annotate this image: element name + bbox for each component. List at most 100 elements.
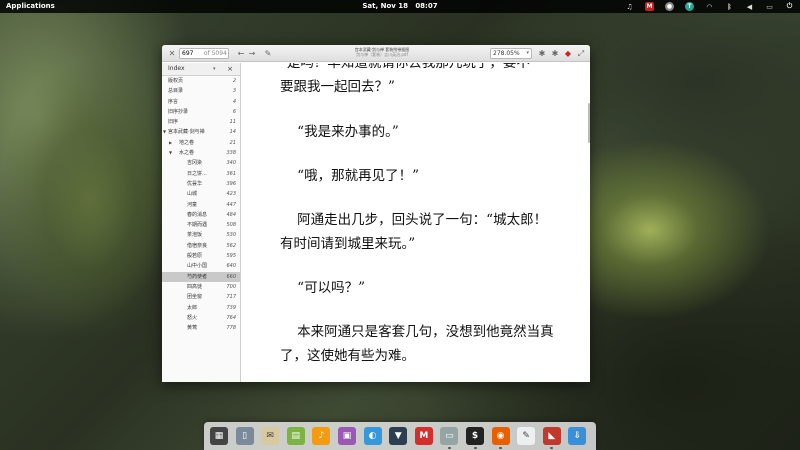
zoom-value: 278.05% — [493, 50, 520, 57]
switchboard-icon[interactable]: ◐ — [363, 427, 382, 445]
toc-item[interactable]: 黄莺 778 — [162, 323, 240, 333]
toc-item[interactable]: 总目录 3 — [162, 86, 240, 96]
text-line: 有时间请到城里来玩。” — [280, 236, 416, 252]
toc-item-page: 717 — [226, 294, 236, 301]
toc-item-page: 530 — [226, 232, 236, 239]
chevron-down-icon[interactable]: ▾ — [526, 49, 529, 58]
forward-icon[interactable]: → — [247, 49, 257, 58]
toc-item[interactable]: 芍药使者 660 — [162, 271, 240, 282]
gear-icon[interactable]: ✱ — [537, 49, 547, 58]
toc-item[interactable]: ▼ 水之卷 338 — [162, 148, 240, 158]
toc-item[interactable]: 团坐窗 717 — [162, 292, 240, 302]
toc-item[interactable]: 山中小国 640 — [162, 261, 240, 271]
sidebar-header[interactable]: Index ▾ × — [162, 63, 240, 76]
toc-item-page: 778 — [226, 325, 236, 332]
annotate-icon[interactable]: ✎ — [263, 49, 273, 58]
expanded-arrow-icon[interactable]: ▼ — [163, 127, 166, 137]
maximize-icon[interactable]: ⤢ — [576, 49, 586, 58]
sound-icon[interactable]: ◀ — [745, 2, 754, 11]
toc-item[interactable]: 优昙华 396 — [162, 179, 240, 189]
toc-item[interactable]: 山城 423 — [162, 189, 240, 199]
toc-item[interactable]: 旧序抄录 6 — [162, 107, 240, 117]
applications-menu[interactable]: Applications — [6, 2, 55, 10]
mail-icon[interactable]: ✉ — [261, 427, 280, 445]
mail-icon[interactable]: M — [645, 2, 654, 11]
scrollbar[interactable] — [587, 63, 590, 382]
running-indicator — [473, 447, 477, 449]
toc-item[interactable]: 旧序 11 — [162, 117, 240, 127]
toc-item-label: 怒火 — [187, 314, 198, 321]
teal-app-icon[interactable]: T — [685, 2, 694, 11]
toc-list: 版权页 2 总目录 3 序言 4 旧序抄录 6 旧序 11 ▼ 宫本武藏·剑与禅 14 ▶ 地之卷 21 ▼ 水之… — [162, 76, 240, 333]
toc-item[interactable]: 般若原 595 — [162, 251, 240, 261]
toc-item[interactable]: ▼ 宫本武藏·剑与禅 14 — [162, 127, 240, 137]
pdf-reader-icon[interactable]: ◣ — [542, 427, 561, 445]
text-line: “是吗？早知道就请你去我那儿玩了，要不 — [280, 63, 530, 71]
terminal-icon[interactable]: $ — [466, 427, 484, 445]
collapsed-arrow-icon[interactable]: ▶ — [169, 138, 172, 148]
bluetooth-icon[interactable]: ᛒ — [725, 2, 734, 11]
gray-app-icon[interactable]: ● — [665, 2, 674, 11]
running-indicator — [499, 447, 503, 449]
bell-icon[interactable]: ♫ — [625, 2, 634, 11]
toc-item-label: 黄莺 — [187, 325, 198, 332]
time-label[interactable]: 08:07 — [415, 2, 437, 10]
toc-item[interactable]: 河童 447 — [162, 200, 240, 210]
toc-item[interactable]: ▶ 地之卷 21 — [162, 138, 240, 148]
page-input[interactable] — [182, 50, 202, 57]
power-icon[interactable]: ⏻ — [785, 2, 794, 11]
toc-item-label: 山中小国 — [187, 263, 208, 270]
document-page[interactable]: “是吗？早知道就请你去我那儿玩了，要不 要跟我一起回去？” “我是来办事的。” “… — [242, 63, 590, 382]
toc-item-page: 562 — [226, 242, 236, 249]
mega-icon[interactable]: M — [414, 427, 433, 445]
toc-item[interactable]: 四高徒 700 — [162, 282, 240, 292]
date-label[interactable]: Sat, Nov 18 — [362, 2, 408, 10]
zoom-field[interactable]: 278.05% ▾ — [490, 48, 532, 59]
toc-item[interactable]: 茶泡饭 530 — [162, 230, 240, 240]
pdf-reader-window: ✕ of 5094 ← → ✎ 宫本武藏·剑与禅 套装附带插图 剑与禅（套装）吉… — [162, 45, 590, 382]
close-icon[interactable]: ✕ — [167, 49, 177, 58]
titlebar: ✕ of 5094 ← → ✎ 宫本武藏·剑与禅 套装附带插图 剑与禅（套装）吉… — [162, 45, 590, 62]
chevron-down-icon[interactable]: ▾ — [213, 63, 216, 75]
close-sidebar-icon[interactable]: × — [227, 63, 233, 75]
toc-item[interactable]: 太郎 739 — [162, 303, 240, 313]
toc-item-label: 春的消息 — [187, 211, 208, 218]
app-icon[interactable]: ▼ — [389, 427, 408, 445]
firefox-icon[interactable]: ◉ — [491, 427, 510, 445]
toc-item-page: 361 — [226, 170, 236, 177]
toc-item-page: 764 — [226, 314, 236, 321]
toc-item-label: 不期而遇 — [187, 222, 208, 229]
toc-item[interactable]: 日之饼... 361 — [162, 169, 240, 179]
page-number-field[interactable]: of 5094 — [179, 48, 229, 59]
index-sidebar: Index ▾ × 版权页 2 总目录 3 序言 4 旧序抄录 6 旧序 11 ▼ 宫本武藏·剑与禅 1… — [162, 63, 241, 382]
scrollbar-thumb[interactable] — [588, 103, 590, 143]
trash-icon[interactable]: ▯ — [235, 427, 254, 445]
toc-item-label: 山城 — [187, 191, 198, 198]
toc-item-page: 338 — [226, 150, 236, 157]
wifi-icon[interactable]: ◠ — [705, 2, 714, 11]
toc-item-label: 地之卷 — [179, 139, 195, 146]
battery-icon[interactable]: ▭ — [765, 2, 774, 11]
photos-icon[interactable]: ▣ — [338, 427, 356, 445]
expanded-arrow-icon[interactable]: ▼ — [169, 148, 172, 158]
toc-item-page: 423 — [226, 191, 236, 198]
bookmark-icon[interactable]: ◆ — [563, 49, 573, 58]
toc-item[interactable]: 春的消息 484 — [162, 210, 240, 220]
calendar-icon[interactable]: ▤ — [286, 427, 305, 445]
text-line: “可以吗？” — [280, 280, 365, 296]
back-icon[interactable]: ← — [236, 49, 246, 58]
sidebar-mode[interactable]: Index — [168, 65, 185, 72]
toc-item[interactable]: 怒火 764 — [162, 313, 240, 323]
workspaces-icon[interactable]: ▦ — [210, 427, 228, 445]
toc-item[interactable]: 序言 4 — [162, 97, 240, 107]
installer-icon[interactable]: ⇩ — [568, 427, 587, 445]
toc-item[interactable]: 借宿奈良 562 — [162, 241, 240, 251]
editor-icon[interactable]: ✎ — [517, 427, 536, 445]
toc-item[interactable]: 吉冈染 340 — [162, 158, 240, 168]
toc-item[interactable]: 不期而遇 508 — [162, 220, 240, 230]
toc-item[interactable]: 版权页 2 — [162, 76, 240, 86]
files-icon[interactable]: ▭ — [440, 427, 459, 445]
music-icon[interactable]: ♪ — [312, 427, 331, 445]
toc-item-label: 团坐窗 — [187, 294, 203, 301]
settings-icon[interactable]: ✱ — [550, 49, 560, 58]
